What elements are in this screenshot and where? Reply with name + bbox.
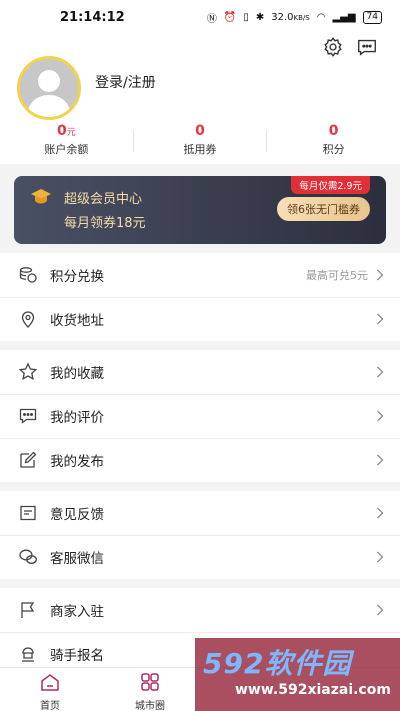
- chevron-right-icon: [377, 454, 384, 466]
- chevron-right-icon: [377, 410, 384, 422]
- settings-gear-icon[interactable]: [322, 36, 344, 58]
- chevron-right-icon: [377, 313, 384, 325]
- tab-home[interactable]: 首页: [0, 668, 100, 711]
- menu-item-merchant[interactable]: 商家入驻: [0, 588, 400, 632]
- balance-label: 账户余额: [44, 143, 89, 156]
- status-icons: Ⓝ ⏰ ▯ ✱ 32.0KB/S ◠ ▂▄▆ 74: [207, 10, 382, 25]
- vip-section: 超级会员中心 每月领券18元 每月仅需2.9元 领6张无门槛券: [0, 164, 400, 253]
- feedback-icon: [20, 505, 36, 521]
- menu-item-feedback[interactable]: 意见反馈: [0, 491, 400, 535]
- balance-unit: 元: [66, 128, 76, 138]
- menu-label: 商家入驻: [50, 604, 104, 620]
- menu-item-points-exchange[interactable]: 积分兑换 最高可兑5元: [0, 253, 400, 297]
- status-bar: 21:14:12 Ⓝ ⏰ ▯ ✱ 32.0KB/S ◠ ▂▄▆ 74: [0, 0, 400, 34]
- grid-icon: [141, 673, 159, 691]
- coupons-value: 0: [195, 123, 205, 139]
- stat-points[interactable]: 0 积分: [267, 120, 400, 157]
- stat-coupons[interactable]: 0 抵用券: [134, 120, 267, 157]
- comment-icon: [19, 408, 37, 424]
- menu-group-activity: 我的收藏 我的评价 我的发布: [0, 350, 400, 482]
- rider-icon: [22, 647, 34, 662]
- coupons-label: 抵用券: [183, 143, 217, 156]
- points-label: 积分: [322, 143, 345, 156]
- menu-label: 客服微信: [50, 551, 104, 567]
- alarm-icon: ⏰: [223, 11, 237, 23]
- edit-icon: [20, 451, 37, 468]
- status-time: 21:14:12: [60, 9, 125, 25]
- chevron-right-icon: [377, 604, 384, 616]
- menu-label: 意见反馈: [50, 507, 104, 523]
- net-speed: 32.0KB/S: [271, 11, 310, 23]
- star-icon: [18, 362, 38, 380]
- menu-item-reviews[interactable]: 我的评价: [0, 394, 400, 438]
- balance-value: 0: [56, 123, 67, 139]
- home-icon: [41, 674, 59, 691]
- menu-label: 积分兑换: [50, 269, 104, 285]
- menu-label: 收货地址: [50, 313, 104, 329]
- flag-icon: [21, 602, 35, 618]
- menu-label: 我的发布: [50, 454, 104, 470]
- chevron-right-icon: [377, 269, 384, 281]
- profile-header: 登录/注册 0元 账户余额 0 抵用券 0 积分: [0, 34, 400, 164]
- watermark: 592软件园 www.592xiazai.com: [195, 638, 400, 711]
- vibrate-icon: ▯: [243, 11, 249, 23]
- menu-item-posts[interactable]: 我的发布: [0, 438, 400, 482]
- header-actions: [322, 36, 378, 58]
- signal-icon: ▂▄▆: [332, 11, 356, 23]
- tab-label: 城市圈: [135, 701, 165, 711]
- stat-balance[interactable]: 0元 账户余额: [0, 120, 133, 157]
- menu-group-support: 意见反馈 客服微信: [0, 491, 400, 579]
- chevron-right-icon: [377, 551, 384, 563]
- points-value: 0: [328, 123, 339, 139]
- vip-title: 超级会员中心: [64, 192, 143, 207]
- tab-city-circle[interactable]: 城市圈: [100, 668, 200, 711]
- coins-icon: [19, 267, 37, 283]
- menu-label: 骑手报名: [50, 648, 104, 664]
- location-pin-icon: [21, 311, 35, 328]
- wifi-icon: ◠: [316, 11, 326, 23]
- menu-hint: 最高可兑5元: [306, 269, 368, 282]
- watermark-url: www.592xiazai.com: [235, 682, 391, 698]
- menu-label: 我的评价: [50, 410, 104, 426]
- tab-label: 首页: [40, 701, 60, 711]
- account-stats: 0元 账户余额 0 抵用券 0 积分: [0, 120, 400, 157]
- chevron-right-icon: [377, 507, 384, 519]
- message-icon[interactable]: [356, 36, 378, 58]
- bluetooth-icon: ✱: [255, 11, 265, 23]
- vip-price-badge: 每月仅需2.9元: [291, 176, 370, 194]
- watermark-brand: 592软件园: [203, 647, 352, 680]
- nfc-icon: Ⓝ: [206, 13, 217, 25]
- graduation-cap-icon: [31, 189, 51, 204]
- menu-item-wechat-service[interactable]: 客服微信: [0, 535, 400, 579]
- menu-item-favorites[interactable]: 我的收藏: [0, 350, 400, 394]
- chevron-right-icon: [377, 366, 384, 378]
- wechat-icon: [19, 549, 37, 564]
- vip-claim-button[interactable]: 领6张无门槛券: [277, 197, 370, 221]
- default-user-icon: [27, 70, 71, 117]
- battery-icon: 74: [362, 10, 382, 24]
- login-register-link[interactable]: 登录/注册: [95, 72, 156, 92]
- avatar[interactable]: [17, 56, 81, 120]
- menu-item-address[interactable]: 收货地址: [0, 297, 400, 341]
- menu-label: 我的收藏: [50, 366, 104, 382]
- menu-group-account: 积分兑换 最高可兑5元 收货地址: [0, 253, 400, 341]
- vip-subtitle: 每月领券18元: [64, 216, 146, 231]
- vip-card[interactable]: 超级会员中心 每月领券18元 每月仅需2.9元 领6张无门槛券: [14, 176, 386, 244]
